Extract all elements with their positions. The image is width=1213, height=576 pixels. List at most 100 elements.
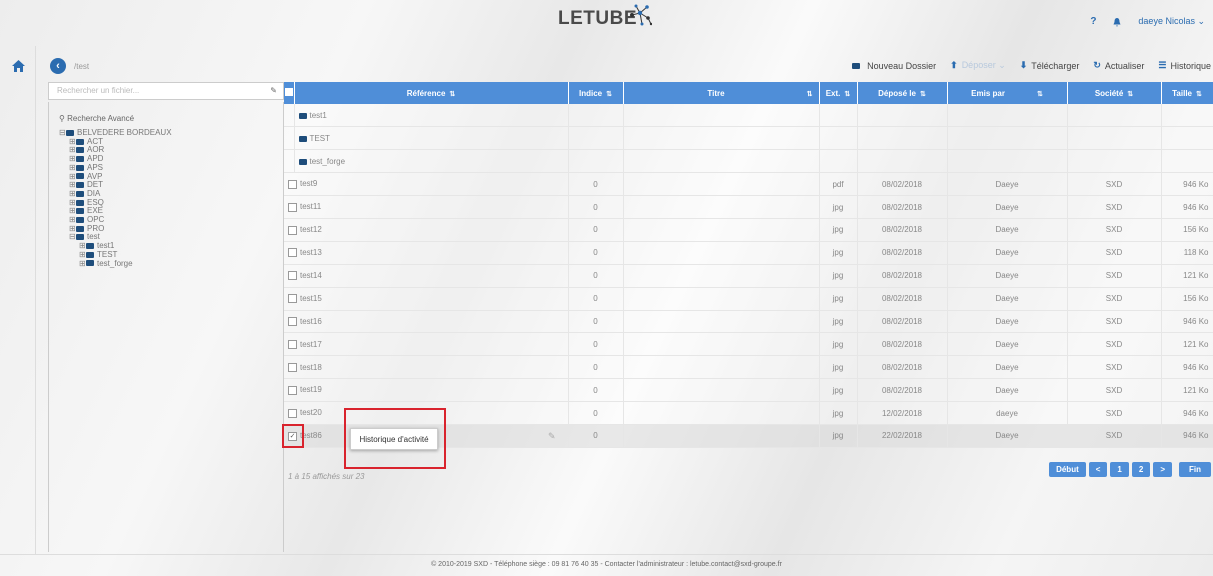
eraser-icon[interactable]: ✎ <box>270 86 277 95</box>
reference-cell[interactable]: test13 <box>284 241 569 265</box>
folder-row[interactable]: TEST <box>284 126 1213 151</box>
col-reference[interactable]: Référence ⇅ <box>294 82 569 104</box>
row-checkbox[interactable] <box>288 271 297 281</box>
reference-cell[interactable]: test12 <box>284 218 569 242</box>
sort-icon: ⇅ <box>1036 90 1043 98</box>
pager-page-1[interactable]: 1 <box>1110 462 1129 477</box>
folder-cell[interactable]: test1 <box>294 104 569 128</box>
taille-cell: 946 Ko <box>1161 401 1213 425</box>
reference-value: test11 <box>300 202 322 212</box>
tree-item-test_forge[interactable]: ⊞ test_forge <box>59 259 273 269</box>
back-arrow-icon[interactable]: ‹ <box>50 58 66 74</box>
home-icon[interactable] <box>12 60 25 72</box>
row-checkbox[interactable] <box>288 385 297 395</box>
reference-cell[interactable]: test11 <box>284 195 569 219</box>
reference-cell[interactable]: test9 <box>284 172 569 197</box>
table-row[interactable]: test9 0 pdf 08/02/2018 Daeye SXD 946 Ko <box>284 172 1213 197</box>
table-row[interactable]: test15 0 jpg 08/02/2018 Daeye SXD 156 Ko <box>284 287 1213 311</box>
reference-cell[interactable]: test14 <box>284 264 569 288</box>
edit-icon[interactable]: ✎ <box>548 431 556 442</box>
titre-cell <box>623 310 820 334</box>
row-checkbox[interactable] <box>288 225 297 235</box>
user-menu[interactable]: daeye Nicolas ⌄ <box>1138 16 1205 27</box>
table-row[interactable]: test11 0 jpg 08/02/2018 Daeye SXD 946 Ko <box>284 195 1213 219</box>
deposit-button[interactable]: ⬆ Déposer ⌄ <box>950 60 1006 71</box>
row-checkbox[interactable] <box>288 362 297 372</box>
reference-cell[interactable]: test17 <box>284 332 569 357</box>
col-depose[interactable]: Déposé le ⇅ <box>857 82 948 104</box>
pager-page-2[interactable]: 2 <box>1131 462 1151 477</box>
pager-end[interactable]: Fin <box>1179 462 1211 477</box>
row-checkbox[interactable] <box>288 317 297 327</box>
sort-icon: ⇅ <box>1127 90 1134 98</box>
col-label: Titre <box>707 88 725 98</box>
new-folder-button[interactable]: Nouveau Dossier <box>852 60 936 71</box>
col-emis[interactable]: Emis par ⇅ <box>947 82 1068 104</box>
taille-cell: 946 Ko <box>1161 424 1213 448</box>
folder-cell[interactable]: TEST <box>294 126 569 151</box>
titre-cell <box>623 424 820 448</box>
societe-cell: SXD <box>1067 195 1162 219</box>
col-ext[interactable]: Ext. ⇅ <box>819 82 858 104</box>
titre-cell <box>623 241 820 265</box>
tooltip-label: Historique d'activité <box>359 434 429 444</box>
table-row[interactable]: test14 0 jpg 08/02/2018 Daeye SXD 121 Ko <box>284 264 1213 288</box>
top-bar: LETUBE ? daeye Nicolas ⌄ <box>0 0 1213 46</box>
download-button[interactable]: ⬇ Télécharger <box>1020 60 1080 71</box>
expand-icon[interactable]: ⊞ <box>79 259 86 269</box>
row-checkbox[interactable] <box>288 340 297 350</box>
sort-icon: ⇅ <box>806 90 813 98</box>
reference-cell[interactable]: test19 <box>284 378 569 403</box>
row-checkbox[interactable] <box>288 179 297 189</box>
select-all-checkbox[interactable] <box>284 82 295 104</box>
bell-icon[interactable] <box>1112 17 1122 27</box>
advanced-search-link[interactable]: ⚲ Recherche Avancé <box>59 114 273 123</box>
indice-cell: 0 <box>568 401 624 425</box>
table-row[interactable]: test13 0 jpg 08/02/2018 Daeye SXD 118 Ko <box>284 241 1213 265</box>
activity-history-tooltip[interactable]: Historique d'activité <box>350 428 438 450</box>
tree-item-test1[interactable]: ⊞ test1 <box>59 241 273 251</box>
tree-item-test[interactable]: ⊟ test <box>59 233 273 242</box>
tree-item-test[interactable]: ⊞ TEST <box>59 250 273 260</box>
table-row[interactable]: test19 0 jpg 08/02/2018 Daeye SXD 121 Ko <box>284 378 1213 403</box>
folder-row[interactable]: test1 <box>284 104 1213 128</box>
folder-row[interactable]: test_forge <box>284 149 1213 174</box>
folder-icon <box>76 182 84 189</box>
table-row[interactable]: test16 0 jpg 08/02/2018 Daeye SXD 946 Ko <box>284 310 1213 334</box>
reference-cell[interactable]: test16 <box>284 310 569 334</box>
folder-icon <box>76 147 84 154</box>
row-checkbox[interactable] <box>288 408 297 418</box>
col-indice[interactable]: Indice ⇅ <box>568 82 624 104</box>
tree-item-label: test <box>87 232 100 242</box>
indice-cell: 0 <box>568 218 624 242</box>
row-checkbox[interactable] <box>288 294 297 304</box>
history-button[interactable]: ☰ Historique <box>1158 60 1211 71</box>
folder-name: test1 <box>309 110 327 120</box>
taille-cell: 156 Ko <box>1161 218 1213 242</box>
pager-prev[interactable]: < <box>1088 462 1108 477</box>
indice-cell: 0 <box>568 310 624 334</box>
table-row[interactable]: test12 0 jpg 08/02/2018 Daeye SXD 156 Ko <box>284 218 1213 242</box>
folder-icon <box>298 112 307 119</box>
col-societe[interactable]: Société ⇅ <box>1067 82 1162 104</box>
collapse-icon[interactable]: ⊟ <box>69 233 76 242</box>
table-row[interactable]: test18 0 jpg 08/02/2018 Daeye SXD 946 Ko <box>284 355 1213 380</box>
pager-next[interactable]: > <box>1153 462 1172 477</box>
collapse-icon[interactable]: ⊟ <box>59 128 66 138</box>
folder-cell[interactable]: test_forge <box>294 149 569 174</box>
help-icon[interactable]: ? <box>1090 16 1096 27</box>
refresh-button[interactable]: ↻ Actualiser <box>1093 60 1144 71</box>
search-input[interactable]: Rechercher un fichier... ✎ <box>48 82 284 100</box>
pager-start[interactable]: Début <box>1049 462 1086 477</box>
letube-logo[interactable]: LETUBE <box>558 4 652 30</box>
reference-cell[interactable]: test18 <box>284 355 569 380</box>
tree-item-label: AVP <box>87 171 103 181</box>
row-checkbox[interactable] <box>288 248 297 258</box>
ext-cell: jpg <box>819 378 858 403</box>
col-taille[interactable]: Taille ⇅ <box>1161 82 1213 104</box>
row-checkbox[interactable] <box>288 202 297 212</box>
col-titre[interactable]: Titre ⇅ <box>623 82 820 104</box>
indice-cell: 0 <box>568 378 624 403</box>
reference-cell[interactable]: test15 <box>284 287 569 311</box>
table-row[interactable]: test17 0 jpg 08/02/2018 Daeye SXD 121 Ko <box>284 332 1213 357</box>
